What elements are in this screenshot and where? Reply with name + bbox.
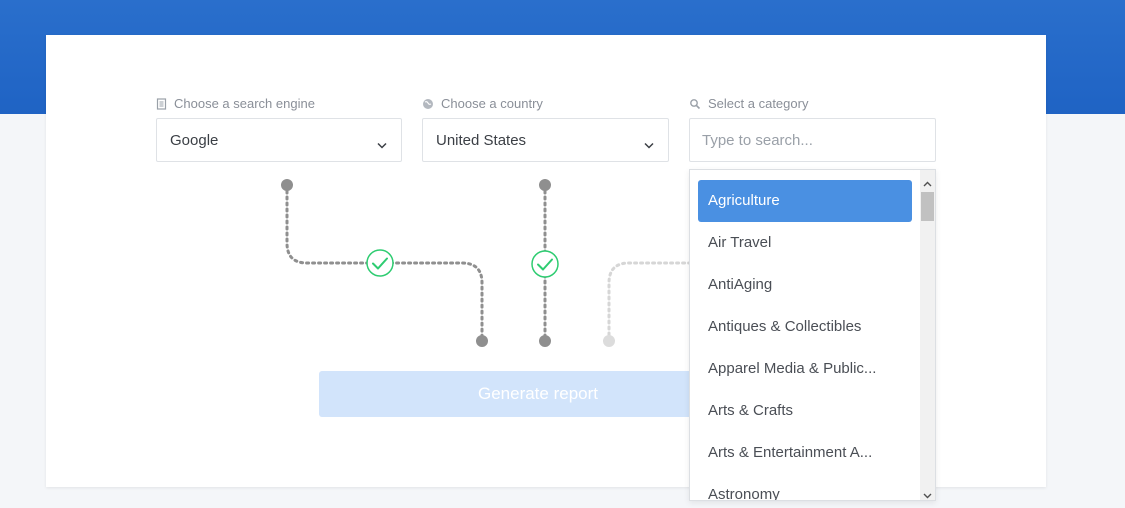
category-option[interactable]: Antiques & Collectibles	[698, 306, 912, 348]
category-option[interactable]: AntiAging	[698, 264, 912, 306]
category-option[interactable]: Arts & Entertainment A...	[698, 432, 912, 474]
category-option[interactable]: Apparel Media & Public...	[698, 348, 912, 390]
category-option[interactable]: Agriculture	[698, 180, 912, 222]
category-option-list: Agriculture Air Travel AntiAging Antique…	[698, 180, 912, 500]
checkmark-icon	[366, 249, 394, 277]
category-dropdown: Agriculture Air Travel AntiAging Antique…	[689, 169, 936, 501]
scrollbar-thumb[interactable]	[921, 192, 934, 221]
generate-report-label: Generate report	[477, 384, 598, 403]
category-option[interactable]: Air Travel	[698, 222, 912, 264]
scroll-up-icon[interactable]	[923, 174, 932, 192]
progress-connectors	[281, 179, 702, 347]
dropdown-scrollbar[interactable]	[920, 170, 935, 500]
checkmark-icon	[531, 250, 559, 278]
category-option[interactable]: Astronomy	[698, 474, 912, 500]
category-connector	[603, 261, 702, 347]
scroll-down-icon[interactable]	[923, 486, 932, 500]
category-option[interactable]: Arts & Crafts	[698, 390, 912, 432]
